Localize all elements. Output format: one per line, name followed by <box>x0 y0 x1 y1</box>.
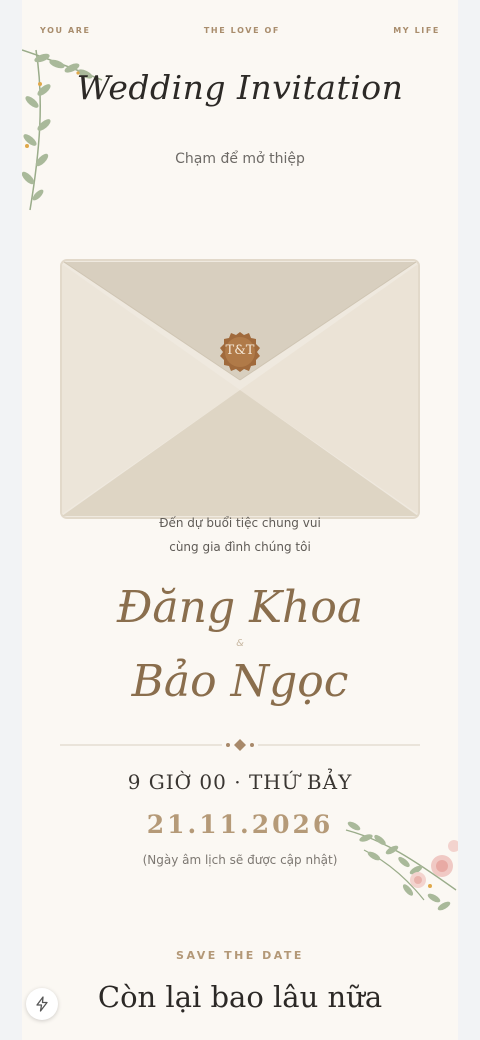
vine-leaves-decoration <box>22 49 103 211</box>
groom-name: Đăng Khoa <box>116 582 364 633</box>
countdown-heading: Còn lại bao lâu nữa <box>97 980 383 1014</box>
page-title: Wedding Invitation <box>76 68 404 107</box>
bride-name: Bảo Ngọc <box>131 656 349 707</box>
header-tagline: YOU ARE THE LOVE OF MY LIFE <box>40 26 440 35</box>
save-the-date-label: SAVE THE DATE <box>176 949 304 962</box>
envelope[interactable]: T&T <box>60 258 420 520</box>
ampersand: & <box>236 638 244 649</box>
seal-monogram: T&T <box>225 343 255 358</box>
tagline-right: MY LIFE <box>393 26 440 35</box>
invitation-page: YOU ARE THE LOVE OF MY LIFE Wedding Invi… <box>22 0 458 1040</box>
invite-line-2: cùng gia đình chúng tôi <box>169 540 311 554</box>
rose-branch-decoration <box>345 821 458 911</box>
tagline-left: YOU ARE <box>40 26 91 35</box>
envelope-graphic <box>60 259 420 519</box>
tagline-center: THE LOVE OF <box>203 26 280 35</box>
invite-line-1: Đến dự buổi tiệc chung vui <box>159 516 321 530</box>
quick-action-button[interactable] <box>26 988 58 1020</box>
event-time: 9 GIỜ 00 · THỨ BẢY <box>127 770 353 794</box>
tap-to-open-hint: Chạm để mở thiệp <box>175 151 305 167</box>
ornament-divider <box>60 739 420 751</box>
lightning-icon <box>36 996 48 1012</box>
